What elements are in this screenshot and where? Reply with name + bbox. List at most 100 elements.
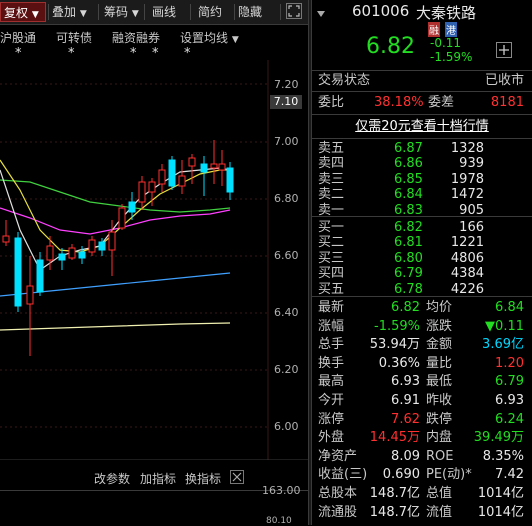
stat-label: 外盘 [318,430,345,446]
stat-row: 最新 6.82 均价 6.84 [312,298,532,317]
stat-label: 换手 [318,355,345,371]
toolbar-divider [144,4,145,20]
candle-body [46,245,54,261]
rongzirongquan-label[interactable]: 融资融券 [112,29,160,46]
candle-body [128,201,136,213]
diejia-label: 叠加 [52,5,77,19]
fuquan-label: 复权 [4,6,29,20]
candle-body [108,231,116,251]
candle-body [148,181,156,193]
star-marker: * [15,46,22,61]
stat-value: 3.69亿 [482,337,524,353]
ma60-line [0,272,231,297]
stat-value: 7.62 [391,411,420,427]
stat-label: 总手 [318,337,345,353]
candle-body [188,157,196,167]
stat-row: 涨停 7.62 跌停 6.24 [312,410,532,429]
price-axis-label: 6.00 [274,420,299,433]
diejia-button[interactable]: 叠加 ▼ [52,2,87,22]
stat-label: 最高 [318,374,345,390]
hugutong-label[interactable]: 沪股通 [0,29,36,46]
price-change: -0.11 [430,36,462,50]
stock-name: 大秦铁路 [416,4,477,22]
stat-value: 6.93 [495,393,524,408]
weicha-value: 8181 [490,95,524,110]
edit-params-button[interactable]: 改参数 [94,470,130,487]
stat-label: 量比 [426,355,453,371]
stat-label: 收益(三) [318,467,368,483]
stat-value: 6.24 [495,411,524,427]
plus-icon[interactable] [496,42,512,58]
stat-value: 7.42 [495,467,524,483]
stat-label: 涨跌 [426,318,453,334]
stat-label: 金额 [426,337,453,353]
stat-value: -1.59% [374,318,420,334]
candle-body [26,285,34,305]
stat-label: ROE [426,448,454,464]
star-marker: * [184,46,191,61]
candle-body [218,163,226,171]
maximize-icon[interactable] [286,3,302,19]
stat-label: 涨停 [318,411,345,427]
promo-link[interactable]: 仅需20元查看十档行情 [312,117,532,136]
stat-label: 昨收 [426,393,453,408]
stat-value: 6.79 [495,374,524,390]
stat-row: 流通股 148.7亿 流值 1014亿 [312,503,532,522]
price-axis-label: 6.80 [274,192,299,205]
stat-row: 换手 0.36% 量比 1.20 [312,354,532,373]
trade-status-value: 已收市 [484,73,524,88]
jianyue-button[interactable]: 简约 [198,2,222,22]
stat-label: 最低 [426,374,453,390]
candle-body [58,253,66,261]
add-indicator-button[interactable]: 加指标 [140,470,176,487]
stat-value: 39.49万 [473,430,524,446]
divider [312,91,532,92]
candle-body [88,239,96,253]
price-axis-label: 7.00 [274,135,299,148]
toolbar-divider [190,4,191,20]
kline-chart[interactable] [0,60,308,460]
triangle-down-icon: ▼ [231,35,239,45]
close-icon[interactable] [230,470,244,484]
candle-body [226,167,234,193]
triangle-down-icon: ▼ [31,10,39,20]
stat-row: 外盘 14.45万 内盘 39.49万 [312,428,532,447]
indicator-bar: 改参数 加指标 换指标 [0,466,250,488]
switch-indicator-button[interactable]: 换指标 [185,470,221,487]
triangle-down-icon[interactable] [316,8,328,20]
star-marker: * [68,46,75,61]
fuquan-button[interactable]: 复权 ▼ [0,2,46,22]
stat-label: 流通股 [318,504,358,520]
price-axis-label: 7.20 [274,78,299,91]
current-price: 6.82 [366,34,415,59]
triangle-down-icon: ▼ [79,9,87,19]
toolbar-divider [280,4,281,20]
star-marker: * [152,46,159,61]
huaxian-button[interactable]: 画线 [152,2,176,22]
stat-value: 148.7亿 [369,486,420,501]
kezhuanzhai-label[interactable]: 可转债 [56,29,92,46]
set-ma-button[interactable]: 设置均线 ▼ [180,29,239,46]
candle-body [118,207,126,229]
stock-code: 601006 [352,2,410,20]
candle-body [78,251,86,259]
price-axis-label: 6.60 [274,249,299,262]
stat-label: 今开 [318,393,345,408]
stat-value: 0.690 [382,467,420,483]
chouma-button[interactable]: 筹码 ▼ [104,2,139,22]
candle-body [98,241,106,251]
candle-body [14,237,22,307]
stat-value: ▼0.11 [485,318,524,334]
price-axis-label: 6.20 [274,363,299,376]
promo-text: 仅需20元查看十档行情 [355,119,489,134]
stat-value: 6.82 [391,300,420,315]
stat-row: 收益(三) 0.690 PE(动)* 7.42 [312,465,532,484]
stat-value: 6.91 [391,393,420,408]
stat-value: 14.45万 [369,430,420,446]
yincang-button[interactable]: 隐藏 [238,2,262,22]
stat-label: 总股本 [318,486,358,501]
ma30-line [0,179,231,213]
stat-value: 6.93 [391,374,420,390]
quote-panel: 601006 大秦铁路 融 港 6.82 -0.11 -1.59% 交易状态 已… [312,0,532,525]
stat-value: 8.35% [482,448,524,464]
